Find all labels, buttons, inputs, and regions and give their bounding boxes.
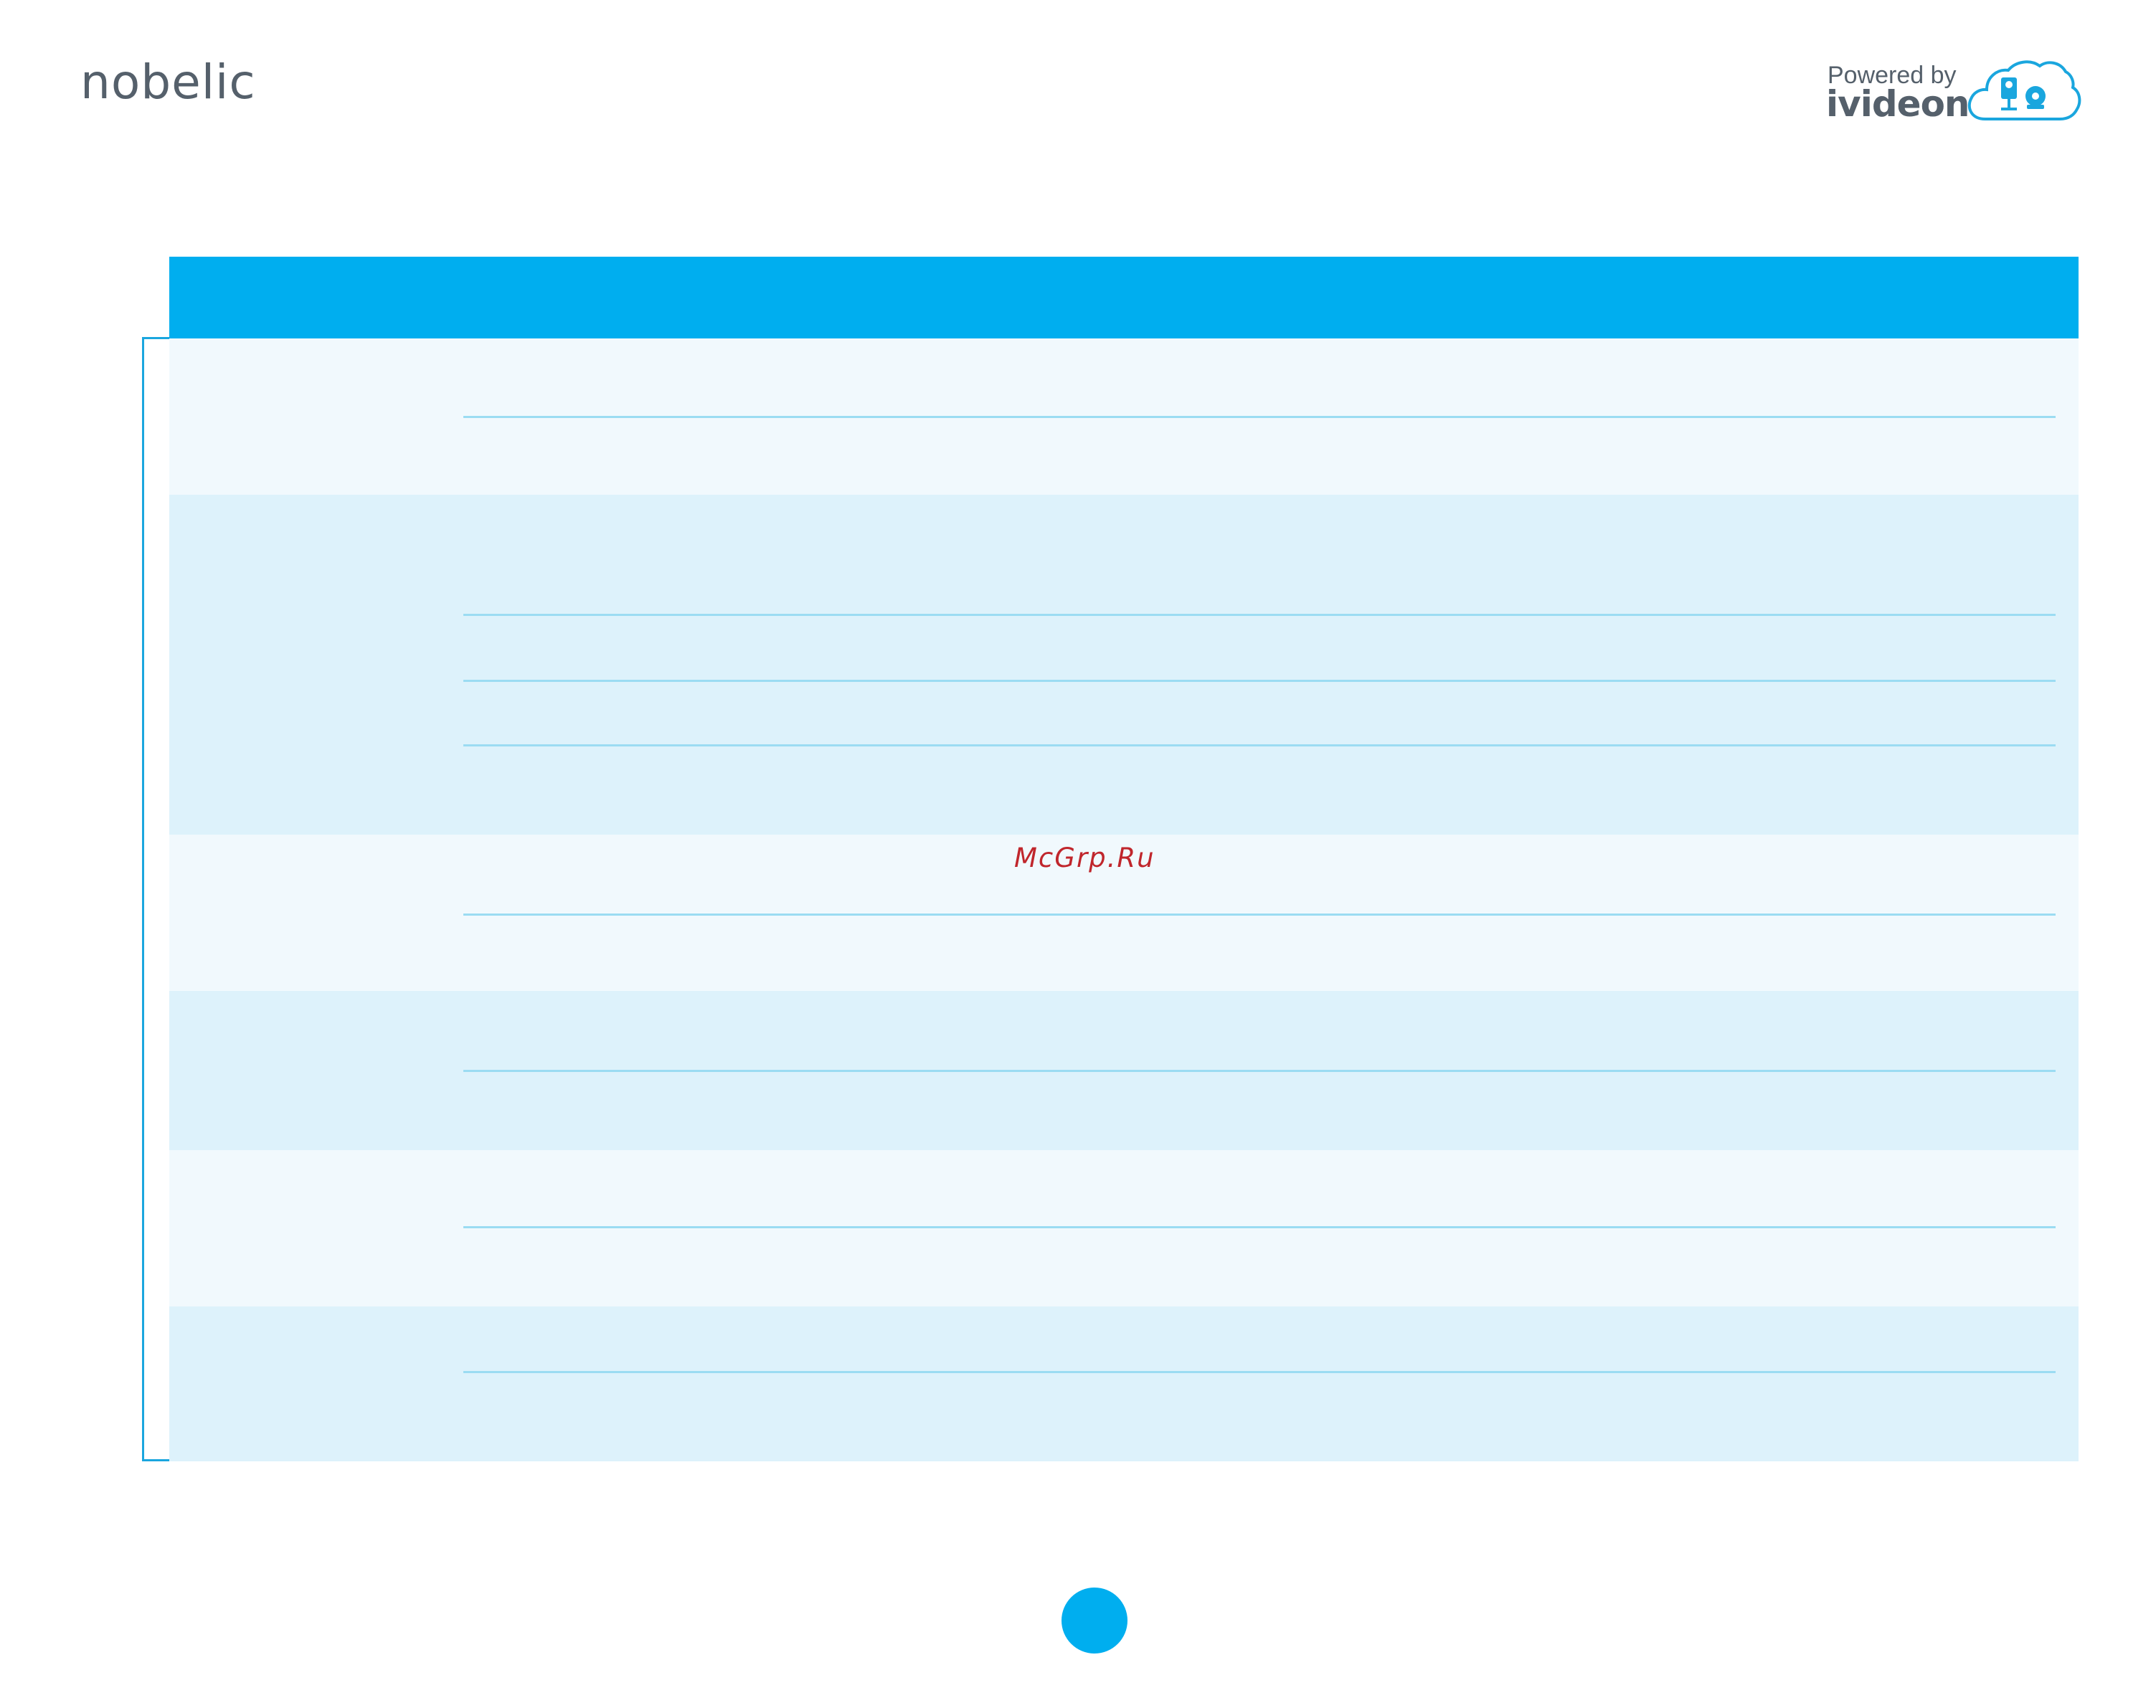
- cloud-camera-icon: [1967, 60, 2081, 120]
- table-row-group-2: [169, 495, 2079, 835]
- camera-stand-left: [2008, 99, 2010, 109]
- camera-lens-right: [2032, 92, 2039, 100]
- watermark-text: McGrp.Ru: [1014, 843, 1155, 873]
- table-row-group-5: [169, 1150, 2079, 1306]
- camera-base-right: [2027, 105, 2044, 109]
- table-header: [169, 257, 2079, 338]
- row-divider: [463, 914, 2056, 916]
- table-row-group-4: [169, 991, 2079, 1150]
- table-row-group-6: [169, 1306, 2079, 1461]
- row-divider: [463, 614, 2056, 616]
- table-row-group-1: [169, 338, 2079, 495]
- cloud-outline: [1967, 60, 2081, 120]
- table-bracket: [142, 337, 169, 1461]
- row-divider: [463, 744, 2056, 746]
- row-divider: [463, 680, 2056, 682]
- camera-lens-left: [2005, 81, 2013, 88]
- row-divider: [463, 1371, 2056, 1373]
- row-divider: [463, 1226, 2056, 1228]
- camera-base-left: [2001, 108, 2017, 110]
- page-number-badge: [1062, 1588, 1127, 1654]
- row-divider: [463, 416, 2056, 418]
- ivideon-logo-text: ivideon: [1826, 83, 1970, 125]
- nobelic-logo: nobelic: [80, 54, 256, 110]
- row-divider: [463, 1070, 2056, 1072]
